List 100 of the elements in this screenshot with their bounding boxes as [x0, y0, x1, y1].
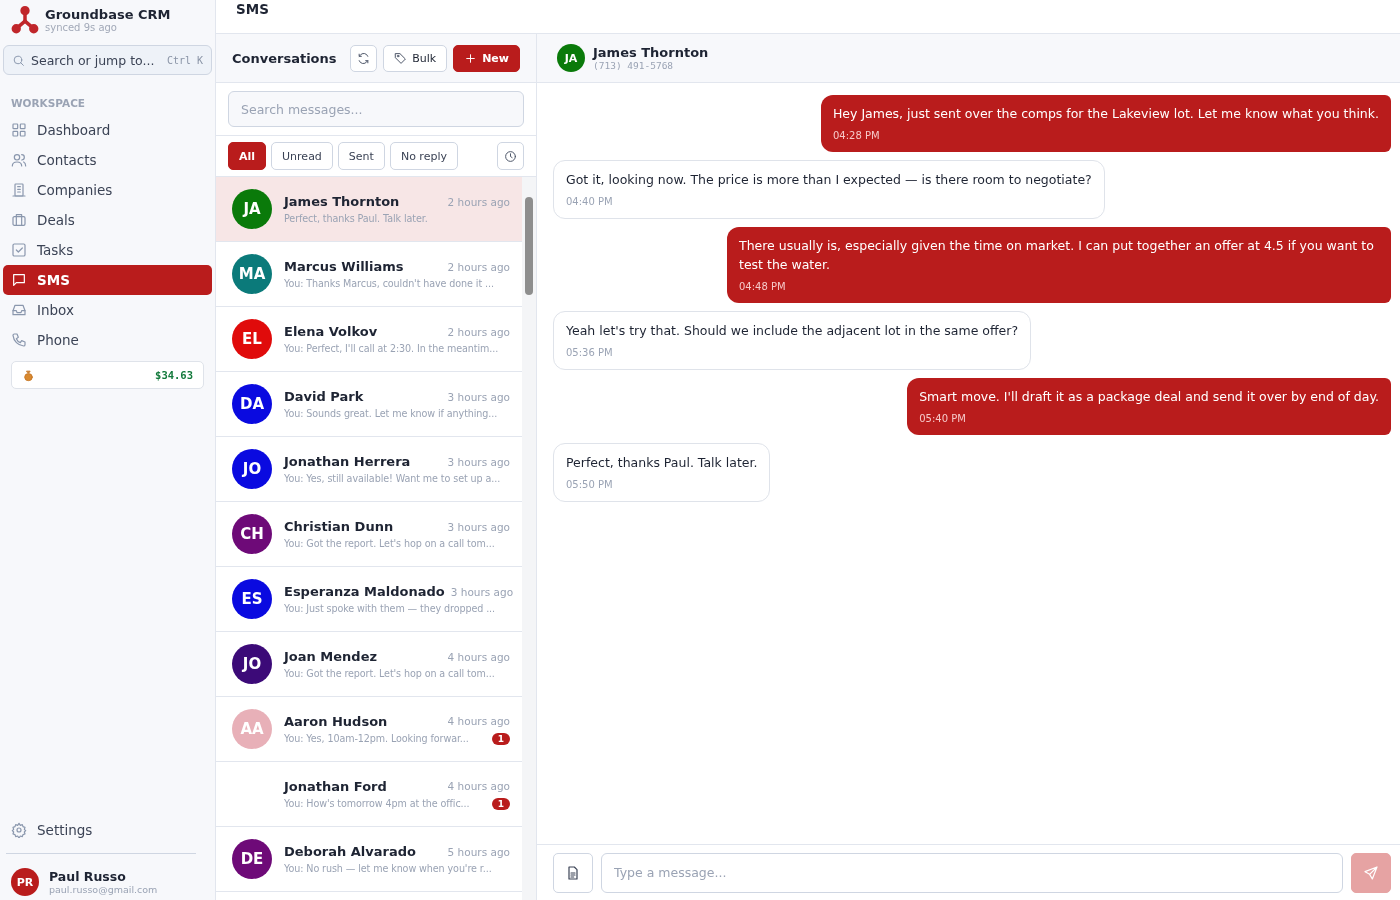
app-name: Groundbase CRM — [45, 7, 171, 22]
plus-icon — [464, 51, 478, 65]
tag-icon — [394, 51, 408, 65]
nav-item[interactable]: Deals — [3, 205, 212, 235]
message-time: 04:28 PM — [832, 129, 881, 143]
message-text: Hey James, just sent over the comps for the Lakeview lot. Let me know what you think. — [832, 105, 1379, 123]
avatar: JO — [232, 449, 272, 489]
avatar: ES — [232, 579, 272, 619]
filter-tab[interactable]: All — [228, 142, 267, 170]
avatar: JA — [232, 189, 272, 229]
avatar: MA — [232, 254, 272, 294]
history-button[interactable] — [497, 142, 524, 170]
message-time: 04:48 PM — [739, 280, 787, 294]
contact-name: Aaron Hudson — [284, 713, 388, 729]
contact-name: James Thornton — [593, 45, 709, 60]
unread-count: 1 — [491, 732, 510, 745]
message-time: 05:36 PM — [566, 346, 614, 360]
people-icon — [11, 152, 27, 168]
message-text: Got it, looking now. The price is more than I expected — is there room to negotiate? — [566, 171, 1092, 189]
nav-item[interactable]: Companies — [3, 175, 212, 205]
conversation-item[interactable]: JO Jonathan Herrera 3 hours ago You: Yes, still available! Want me to set up a... — [216, 437, 522, 502]
section-label: WORKSPACE — [11, 97, 87, 109]
avatar: DE — [232, 839, 272, 879]
building-icon — [11, 182, 27, 198]
message-preview: You: No rush — let me know when you're r... — [284, 863, 492, 874]
conversation-item[interactable]: DE Deborah Alvarado 5 hours ago You: No rush — let me know when you're r... — [216, 827, 522, 892]
conversation-item[interactable]: JA James Thornton 2 hours ago Perfect, thanks Paul. Talk later. — [216, 177, 522, 242]
conversation-item[interactable]: CH Christian Dunn 3 hours ago You: Got the report. Let's hop on a call tom... — [216, 502, 522, 567]
message-time: 05:40 PM — [919, 412, 967, 426]
grid-icon — [11, 122, 27, 138]
message-text: Perfect, thanks Paul. Talk later. — [566, 454, 758, 472]
message-preview: Perfect, thanks Paul. Talk later. — [284, 213, 428, 224]
message-text: Yeah let's try that. Should we include the adjacent lot in the same offer? — [566, 322, 1019, 340]
conversation-item[interactable]: ES Esperanza Maldonado 3 hours ago You: Just spoke with them — they dropped ... — [216, 567, 522, 632]
message-preview: You: Got the report. Let's hop on a call tom... — [284, 668, 495, 679]
timestamp: 2 hours ago — [447, 195, 510, 208]
avatar: AA — [232, 709, 272, 749]
timestamp: 3 hours ago — [450, 585, 514, 598]
shortcut-hint: Ctrl K — [166, 54, 203, 66]
clock-icon — [504, 149, 517, 163]
timestamp: 4 hours ago — [447, 650, 510, 663]
message-preview: You: Sounds great. Let me know if anything... — [284, 408, 498, 419]
logo-icon — [11, 5, 39, 35]
contact-name: Christian Dunn — [284, 519, 394, 534]
timestamp: 3 hours ago — [447, 455, 510, 468]
gear-icon — [11, 822, 27, 838]
message-preview: You: Thanks Marcus, couldn't have done it ... — [284, 278, 494, 289]
filter-tab[interactable]: Unread — [271, 142, 333, 170]
contact-name: Marcus Williams — [284, 259, 404, 274]
nav-item[interactable]: Contacts — [3, 145, 212, 175]
filter-tab[interactable]: No reply — [389, 142, 458, 170]
conversation-item[interactable]: MA Marcus Williams 2 hours ago You: Thanks Marcus, couldn't have done it ... — [216, 242, 522, 307]
message-preview: You: Got the report. Let's hop on a call tom... — [284, 538, 495, 549]
search-field[interactable]: Search or jump to... Ctrl K — [3, 45, 212, 75]
contact-name: Joan Mendez — [284, 649, 378, 664]
refresh-button[interactable] — [350, 44, 378, 72]
filter-tab[interactable]: Sent — [337, 142, 385, 170]
phone-number: (713) 491-5768 — [593, 60, 675, 71]
search-field[interactable]: Search messages... — [228, 91, 524, 127]
contact-name: Deborah Alvarado — [284, 844, 416, 859]
avatar: EL — [232, 319, 272, 359]
nav-item[interactable]: Dashboard — [3, 115, 212, 145]
contact-name: Esperanza Maldonado — [284, 584, 445, 599]
contact-name: Jonathan Ford — [284, 778, 387, 794]
timestamp: 4 hours ago — [447, 780, 510, 792]
settings-item[interactable]: Settings — [3, 815, 212, 845]
timestamp: 2 hours ago — [447, 325, 510, 338]
conversation-item[interactable]: AA Aaron Hudson 4 hours ago You: Yes, 10am-12pm. Looking forwar... 1 — [216, 697, 522, 762]
message-preview: You: How's tomorrow 4pm at the offic... — [284, 798, 470, 809]
nav-item[interactable]: Tasks — [3, 235, 212, 265]
bulk-button[interactable]: Bulk — [383, 44, 448, 72]
message-time: 04:40 PM — [566, 195, 614, 209]
nav-item[interactable]: SMS — [3, 265, 212, 295]
money-bag-icon — [22, 368, 35, 382]
message-field[interactable]: Type a message... — [601, 852, 1343, 893]
refresh-icon — [357, 51, 371, 65]
user-name: Paul Russo — [49, 869, 127, 884]
template-button[interactable] — [553, 852, 593, 893]
checkbox-icon — [11, 242, 27, 258]
conversation-item[interactable]: DA David Park 3 hours ago You: Sounds great. Let me know if anything... — [216, 372, 522, 437]
send-icon — [1363, 864, 1379, 881]
phone-icon — [11, 332, 27, 348]
briefcase-icon — [11, 212, 27, 228]
send-button[interactable] — [1351, 852, 1391, 893]
message-preview: You: Yes, still available! Want me to set up a... — [284, 473, 501, 484]
contact-name: Jonathan Herrera — [284, 454, 411, 469]
new-button[interactable]: New — [453, 44, 520, 72]
timestamp: 3 hours ago — [447, 390, 510, 403]
avatar: DA — [232, 384, 272, 424]
nav-item[interactable]: Phone — [3, 325, 212, 355]
timestamp: 2 hours ago — [447, 260, 510, 273]
conversation-item[interactable]: JO Joan Mendez 4 hours ago You: Got the report. Let's hop on a call tom... — [216, 632, 522, 697]
page-title: SMS — [236, 1, 269, 17]
contact-name: James Thornton — [284, 194, 400, 209]
search-icon — [12, 53, 25, 67]
avatar: CH — [232, 514, 272, 554]
conversation-item[interactable]: EL Elena Volkov 2 hours ago You: Perfect, I'll call at 2:30. In the meantim... — [216, 307, 522, 372]
nav-item[interactable]: Inbox — [3, 295, 212, 325]
message-preview: You: Perfect, I'll call at 2:30. In the meantim... — [284, 343, 499, 354]
chat-bubble-icon — [11, 272, 27, 288]
